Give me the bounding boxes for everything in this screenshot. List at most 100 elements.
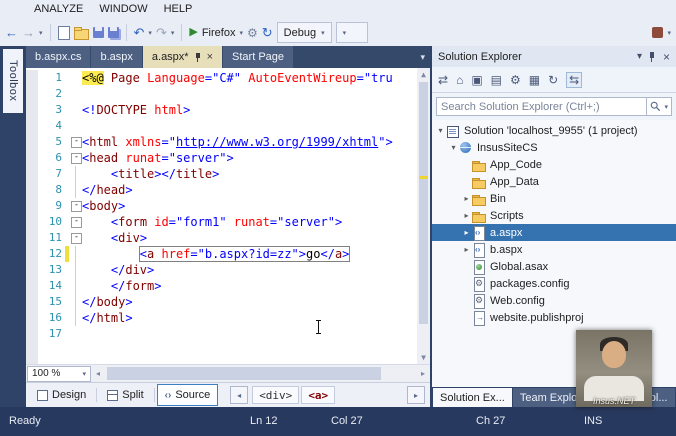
code-editor[interactable]: 1<%@ Page Language="C#" AutoEventWireup=… xyxy=(26,70,417,364)
collapse-toggle-icon[interactable]: - xyxy=(71,201,82,212)
collapse-toggle-icon[interactable]: - xyxy=(71,233,82,244)
collapse-toggle-icon[interactable]: - xyxy=(71,217,82,228)
properties-icon[interactable]: ⚙ xyxy=(510,74,521,86)
code-line-13[interactable]: 13 </div> xyxy=(26,262,417,278)
collapse-toggle-icon[interactable]: - xyxy=(71,153,82,164)
toolbar-overflow-icon[interactable]: ▾ xyxy=(667,29,671,37)
run-target-dropdown-icon[interactable]: ▾ xyxy=(239,29,243,37)
hscroll-thumb[interactable] xyxy=(107,367,381,380)
pin-icon[interactable] xyxy=(648,51,657,63)
breadcrumb-tag-a[interactable]: <a> xyxy=(301,386,335,404)
tree-item-app-code[interactable]: App_Code xyxy=(432,156,676,173)
close-icon[interactable]: × xyxy=(663,51,670,63)
open-file-icon[interactable] xyxy=(74,29,89,40)
code-line-11[interactable]: 11- <div> xyxy=(26,230,417,246)
editor-vertical-scrollbar[interactable]: ▲ ▼ xyxy=(417,68,430,364)
redo-dropdown-icon[interactable]: ▾ xyxy=(171,29,175,37)
collapse-toggle-icon[interactable]: - xyxy=(71,137,82,148)
tag-nav-forward-icon[interactable]: ▸ xyxy=(407,386,425,404)
menu-analyze[interactable]: ANALYZE xyxy=(26,0,91,19)
solution-configuration-combo[interactable]: Debug ▾ xyxy=(277,22,332,43)
undo-icon[interactable]: ↶ xyxy=(134,26,145,39)
tree-item-scripts[interactable]: ▸Scripts xyxy=(432,207,676,224)
new-file-icon[interactable] xyxy=(58,26,70,40)
code-line-6[interactable]: 6-<head runat="server"> xyxy=(26,150,417,166)
menu-window[interactable]: WINDOW xyxy=(91,0,155,19)
code-line-14[interactable]: 14 </form> xyxy=(26,278,417,294)
code-line-12[interactable]: 12 <a href="b.aspx?id=zz">go</a> xyxy=(26,246,417,262)
code-line-7[interactable]: 7 <title></title> xyxy=(26,166,417,182)
zoom-select[interactable]: 100 % ▾ xyxy=(27,366,91,382)
start-debug-icon[interactable]: ▶ xyxy=(189,27,197,38)
scroll-down-icon[interactable]: ▼ xyxy=(417,353,430,362)
solution-platform-combo[interactable]: ▾ xyxy=(336,22,368,43)
code-line-9[interactable]: 9-<body> xyxy=(26,198,417,214)
split-view-button[interactable]: Split xyxy=(99,384,151,406)
code-line-2[interactable]: 2 xyxy=(26,86,417,102)
menu-help[interactable]: HELP xyxy=(156,0,201,19)
tree-item-insussitecs[interactable]: ▾InsusSiteCS xyxy=(432,139,676,156)
undo-dropdown-icon[interactable]: ▾ xyxy=(148,29,152,37)
toolbox-tab[interactable]: Toolbox xyxy=(3,49,23,113)
tree-item-global-asax[interactable]: Global.asax xyxy=(432,258,676,275)
design-view-button[interactable]: Design xyxy=(29,384,94,406)
code-line-5[interactable]: 5-<html xmlns="http://www.w3.org/1999/xh… xyxy=(26,134,417,150)
home-icon[interactable]: ⌂ xyxy=(456,74,463,86)
close-icon[interactable]: × xyxy=(207,52,213,63)
hscroll-track[interactable] xyxy=(105,365,416,382)
code-line-15[interactable]: 15</body> xyxy=(26,294,417,310)
tree-item-a-aspx[interactable]: ▸a.aspx xyxy=(432,224,676,241)
scroll-right-icon[interactable]: ▸ xyxy=(416,369,430,378)
tree-item-website-publishproj[interactable]: website.publishproj xyxy=(432,309,676,326)
document-list-dropdown-icon[interactable]: ▾ xyxy=(420,52,425,63)
expander-open-icon[interactable]: ▾ xyxy=(435,126,446,135)
refresh-icon[interactable]: ↻ xyxy=(548,74,558,86)
code-line-16[interactable]: 16</html> xyxy=(26,310,417,326)
redo-icon[interactable]: ↷ xyxy=(156,26,167,39)
code-line-17[interactable]: 17 xyxy=(26,326,417,342)
editor-horizontal-scrollbar[interactable]: ◂ ▸ xyxy=(91,365,430,382)
code-line-8[interactable]: 8</head> xyxy=(26,182,417,198)
sync-with-active-document-icon[interactable]: ⇆ xyxy=(566,72,582,88)
search-input[interactable] xyxy=(436,97,646,116)
scroll-up-icon[interactable]: ▲ xyxy=(417,70,430,79)
pin-icon[interactable] xyxy=(194,52,202,63)
run-target-label[interactable]: Firefox xyxy=(202,27,236,39)
back-forward-icon[interactable]: ⇄ xyxy=(438,74,448,86)
editor-tab-a-aspx[interactable]: a.aspx*× xyxy=(143,46,222,68)
code-line-1[interactable]: 1<%@ Page Language="C#" AutoEventWireup=… xyxy=(26,70,417,86)
panel-tab-solution-ex[interactable]: Solution Ex... xyxy=(433,388,512,407)
tree-item-solution-localhost-9955-1-project[interactable]: ▾Solution 'localhost_9955' (1 project) xyxy=(432,122,676,139)
expander-closed-icon[interactable]: ▸ xyxy=(461,194,472,203)
navigate-forward-icon[interactable]: → xyxy=(22,26,35,39)
refresh-icon[interactable]: ↻ xyxy=(262,26,273,39)
code-line-10[interactable]: 10- <form id="form1" runat="server"> xyxy=(26,214,417,230)
source-view-button[interactable]: Source xyxy=(157,384,219,406)
tag-nav-back-icon[interactable]: ◂ xyxy=(230,386,248,404)
save-icon[interactable] xyxy=(93,27,104,38)
tree-item-web-config[interactable]: Web.config xyxy=(432,292,676,309)
tree-item-bin[interactable]: ▸Bin xyxy=(432,190,676,207)
search-icon[interactable] xyxy=(650,101,661,112)
scroll-left-icon[interactable]: ◂ xyxy=(91,369,105,378)
tree-item-app-data[interactable]: App_Data xyxy=(432,173,676,190)
expander-closed-icon[interactable]: ▸ xyxy=(461,245,472,254)
expander-closed-icon[interactable]: ▸ xyxy=(461,228,472,237)
search-options-icon[interactable]: ▾ xyxy=(664,103,668,111)
iis-settings-icon[interactable]: ⚙ xyxy=(247,27,258,39)
breadcrumb-tag-div[interactable]: <div> xyxy=(252,386,299,404)
editor-tab-b-aspx-cs[interactable]: b.aspx.cs xyxy=(26,46,90,68)
navigate-back-icon[interactable]: ← xyxy=(5,26,18,39)
editor-tab-start-page[interactable]: Start Page xyxy=(223,46,293,68)
window-menu-icon[interactable]: ▾ xyxy=(637,52,642,62)
scrollbar-thumb[interactable] xyxy=(419,82,428,324)
tree-item-packages-config[interactable]: packages.config xyxy=(432,275,676,292)
code-line-4[interactable]: 4 xyxy=(26,118,417,134)
navigate-dropdown-icon[interactable]: ▾ xyxy=(39,29,43,37)
expander-open-icon[interactable]: ▾ xyxy=(448,143,459,152)
extension-tool-icon[interactable] xyxy=(652,27,663,38)
expander-closed-icon[interactable]: ▸ xyxy=(461,211,472,220)
editor-tab-b-aspx[interactable]: b.aspx xyxy=(91,46,141,68)
code-line-3[interactable]: 3<!DOCTYPE html> xyxy=(26,102,417,118)
collapse-all-icon[interactable]: ▤ xyxy=(491,74,502,86)
